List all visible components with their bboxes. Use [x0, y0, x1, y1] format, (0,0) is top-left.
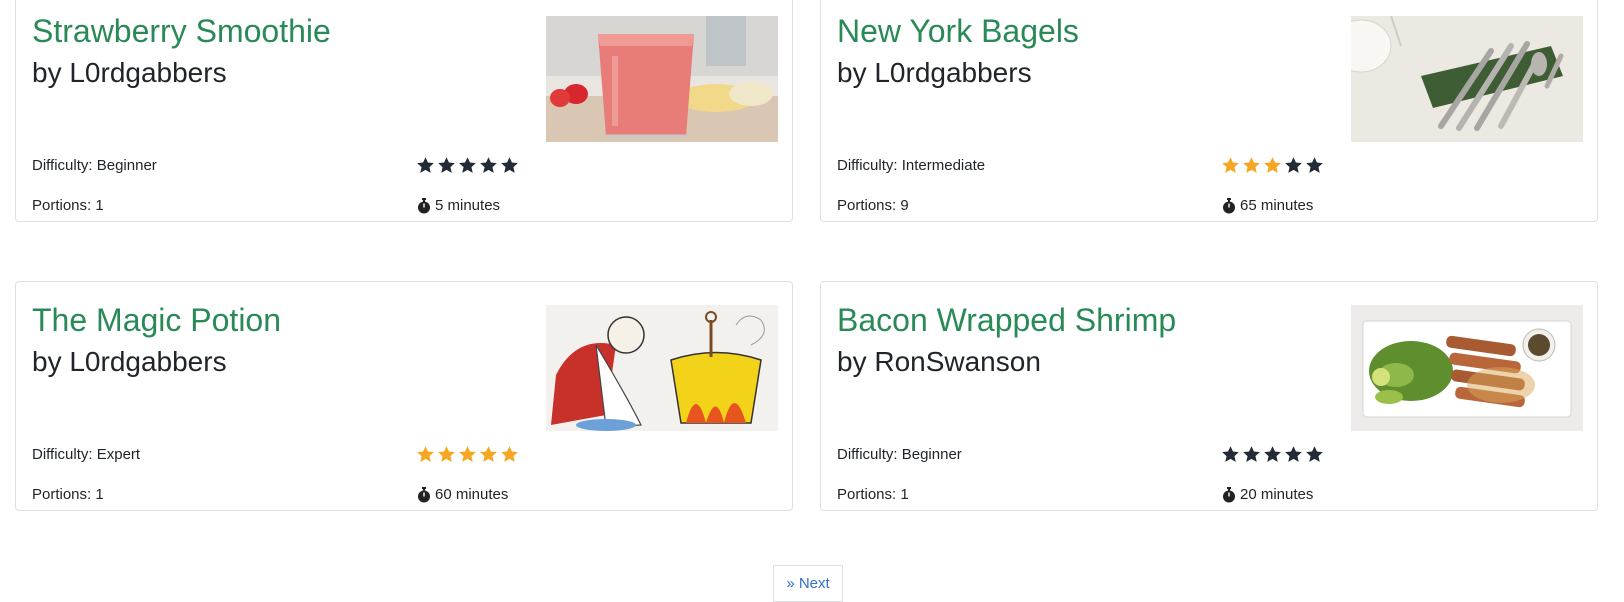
star-icon	[501, 445, 518, 462]
star-rating	[1221, 153, 1324, 177]
star-icon	[1306, 156, 1323, 173]
star-icon	[417, 156, 434, 173]
recipe-title-link[interactable]: Strawberry Smoothie	[32, 11, 331, 51]
star-icon	[438, 445, 455, 462]
recipe-image[interactable]	[546, 16, 778, 142]
star-icon	[417, 445, 434, 462]
bacon-wrapped-shrimp-photo	[1351, 305, 1583, 431]
recipe-author: by L0rdgabbers	[32, 346, 227, 377]
strawberry-smoothie-photo	[546, 16, 778, 142]
recipe-title-link[interactable]: Bacon Wrapped Shrimp	[837, 300, 1176, 340]
recipe-portions: Portions: 1	[837, 486, 909, 503]
next-page-button[interactable]: » Next	[773, 565, 843, 602]
star-icon	[1243, 445, 1260, 462]
recipe-card[interactable]: The Magic Potion by L0rdgabbers Difficul…	[15, 281, 793, 511]
recipe-author: by RonSwanson	[837, 346, 1041, 377]
star-icon	[480, 445, 497, 462]
star-icon	[1264, 156, 1281, 173]
recipe-card[interactable]: Bacon Wrapped Shrimp by RonSwanson Diffi…	[820, 281, 1598, 511]
star-rating	[1221, 442, 1324, 466]
druid-cauldron-illustration	[546, 305, 778, 431]
recipe-portions: Portions: 9	[837, 197, 909, 214]
recipe-time: 20 minutes	[1222, 485, 1313, 505]
star-icon	[1306, 445, 1323, 462]
recipe-time: 65 minutes	[1222, 196, 1313, 216]
stopwatch-icon	[418, 198, 430, 214]
recipe-difficulty: Difficulty: Expert	[32, 446, 141, 463]
recipe-time-value: 20 minutes	[1240, 486, 1314, 503]
recipe-image[interactable]	[1351, 16, 1583, 142]
recipe-time: 5 minutes	[417, 196, 500, 216]
star-icon	[1264, 445, 1281, 462]
recipe-difficulty: Difficulty: Beginner	[32, 157, 157, 174]
recipe-portions: Portions: 1	[32, 197, 104, 214]
recipe-image[interactable]	[546, 305, 778, 431]
star-rating	[416, 153, 519, 177]
recipe-card[interactable]: New York Bagels by L0rdgabbers Difficult…	[820, 0, 1598, 222]
star-icon	[480, 156, 497, 173]
recipe-time-value: 60 minutes	[435, 486, 509, 503]
cutlery-photo	[1351, 16, 1583, 142]
recipe-time-value: 65 minutes	[1240, 197, 1314, 214]
recipe-difficulty: Difficulty: Beginner	[837, 446, 962, 463]
recipe-time: 60 minutes	[417, 485, 508, 505]
recipe-time-value: 5 minutes	[435, 197, 501, 214]
star-icon	[1285, 156, 1302, 173]
stopwatch-icon	[418, 487, 430, 503]
stopwatch-icon	[1223, 198, 1235, 214]
recipe-author: by L0rdgabbers	[837, 57, 1032, 88]
recipe-author: by L0rdgabbers	[32, 57, 227, 88]
recipe-card[interactable]: Strawberry Smoothie by L0rdgabbers Diffi…	[15, 0, 793, 222]
star-icon	[459, 156, 476, 173]
recipe-portions: Portions: 1	[32, 486, 104, 503]
star-icon	[1285, 445, 1302, 462]
star-icon	[438, 156, 455, 173]
star-icon	[1222, 445, 1239, 462]
recipe-difficulty: Difficulty: Intermediate	[837, 157, 986, 174]
star-icon	[459, 445, 476, 462]
star-icon	[501, 156, 518, 173]
recipe-title-link[interactable]: New York Bagels	[837, 11, 1079, 51]
star-icon	[1243, 156, 1260, 173]
star-rating	[416, 442, 519, 466]
star-icon	[1222, 156, 1239, 173]
recipe-image[interactable]	[1351, 305, 1583, 431]
stopwatch-icon	[1223, 487, 1235, 503]
recipe-title-link[interactable]: The Magic Potion	[32, 300, 281, 340]
